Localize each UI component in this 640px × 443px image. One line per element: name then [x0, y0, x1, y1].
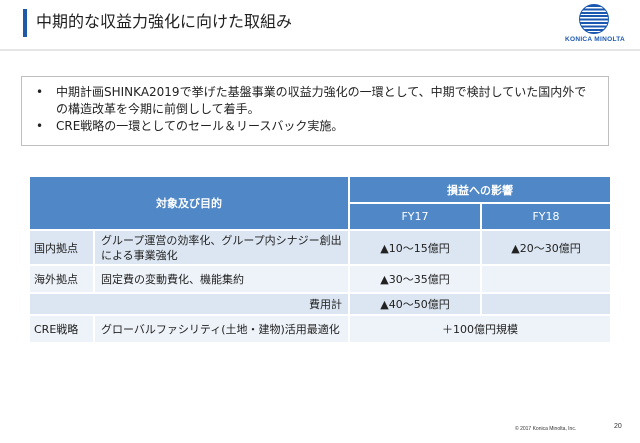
header-impact: 損益への影響	[348, 175, 612, 204]
table-row: 国内拠点 グループ運営の効率化、グループ内シナジー創出による事業強化 ▲10～1…	[28, 229, 612, 266]
bullet-dot-icon: •	[36, 119, 44, 133]
impact-table: 対象及び目的 損益への影響 FY17 FY18 国内拠点 グループ運営の効率化、…	[28, 175, 612, 344]
cre-value: ＋100億円規模	[348, 314, 612, 344]
total-fy17: ▲40～50億円	[348, 292, 482, 316]
header-fy18: FY18	[480, 202, 612, 231]
total-fy18	[480, 292, 612, 316]
page-number: 20	[614, 423, 622, 430]
bullet-text: CRE戦略の一環としてのセール＆リースバック実施。	[56, 119, 344, 133]
bullet-item: • 中期計画SHINKA2019で挙げた基盤事業の収益力強化の一環として、中期で…	[34, 84, 598, 118]
row-fy18: ▲20～30億円	[480, 229, 612, 266]
bullet-dot-icon: •	[36, 85, 44, 99]
row-label: 海外拠点	[28, 264, 95, 294]
logo-text: KONICA MINOLTA	[564, 36, 626, 43]
bullet-text: 中期計画SHINKA2019で挙げた基盤事業の収益力強化の一環として、中期で検討…	[56, 85, 587, 116]
copyright: © 2017 Konica Minolta, Inc.	[515, 426, 577, 432]
row-fy17: ▲10～15億円	[348, 229, 482, 266]
header-fy17: FY17	[348, 202, 482, 231]
title-accent-bar	[23, 9, 27, 37]
table-header-row: 対象及び目的 損益への影響	[28, 175, 612, 231]
row-fy18	[480, 264, 612, 294]
row-fy17: ▲30～35億円	[348, 264, 482, 294]
row-desc: グループ運営の効率化、グループ内シナジー創出による事業強化	[93, 229, 350, 266]
row-label: 国内拠点	[28, 229, 95, 266]
header-target: 対象及び目的	[28, 175, 350, 231]
table-row: 海外拠点 固定費の変動費化、機能集約 ▲30～35億円	[28, 264, 612, 294]
konica-minolta-logo: KONICA MINOLTA	[555, 4, 635, 48]
summary-box: • 中期計画SHINKA2019で挙げた基盤事業の収益力強化の一環として、中期で…	[21, 76, 609, 146]
bullet-item: • CRE戦略の一環としてのセール＆リースバック実施。	[34, 118, 598, 135]
cre-desc: グローバルファシリティ(土地・建物)活用最適化	[93, 314, 350, 344]
row-desc: 固定費の変動費化、機能集約	[93, 264, 350, 294]
total-label: 費用計	[28, 292, 350, 316]
page-title: 中期的な収益力強化に向けた取組み	[36, 12, 293, 31]
header-divider	[0, 49, 640, 51]
cre-label: CRE戦略	[28, 314, 95, 344]
logo-globe-icon	[579, 4, 609, 34]
cre-row: CRE戦略 グローバルファシリティ(土地・建物)活用最適化 ＋100億円規模	[28, 314, 612, 344]
total-row: 費用計 ▲40～50億円	[28, 292, 612, 316]
